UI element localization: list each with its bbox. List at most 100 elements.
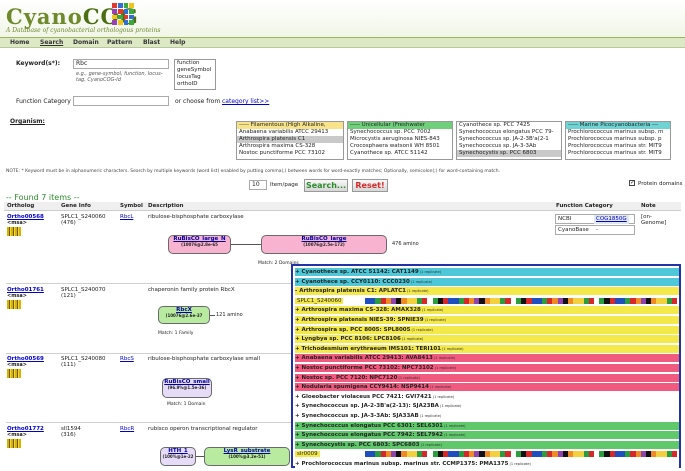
organism-option[interactable]: Cyanothece sp. ATCC 51142 xyxy=(348,150,452,157)
ortholog-member-label[interactable]: + Anabaena variabilis ATCC 29413: AVA841… xyxy=(295,355,433,361)
organism-option[interactable]: Synechococcus sp. JA-3-3Ab xyxy=(457,143,561,150)
organism-option-selected[interactable]: Synechocystis sp. PCC 6803 xyxy=(457,150,561,157)
msa-link[interactable]: <msa> xyxy=(7,220,44,226)
organism-list-unicellular-2[interactable]: Cyanothece sp. PCC 7425 Synechococcus el… xyxy=(456,121,562,160)
ortholog-member-label[interactable]: + Nostoc punctiforme PCC 73102: NPC73102 xyxy=(295,365,434,371)
nav-search[interactable]: Search xyxy=(40,39,63,46)
organism-option[interactable]: Microcystis aeruginosa NIES-843 xyxy=(348,136,452,143)
organism-option[interactable]: Synechococcus elongatus PCC 79- xyxy=(457,129,561,136)
nav-blast[interactable]: Blast xyxy=(143,39,160,46)
domain-rubisco-large[interactable]: RuBisCO_large (10076@2.5e-172) xyxy=(261,235,387,254)
organism-list-unicellular[interactable]: ----- Unicellular (Freshwater Synechococ… xyxy=(347,121,453,160)
ortholog-member-row[interactable]: + Arthrospira maxima CS-328: AMAX328 (1 … xyxy=(295,306,679,315)
ortholog-member-label[interactable]: + Nostoc sp. PCC 7120: NPC7120 xyxy=(295,375,397,381)
ortholog-member-label[interactable]: - Arthrospira platensis C1: APLATC1 xyxy=(295,288,406,294)
replicate-count: (1 replicate) xyxy=(508,462,531,466)
protein-domains-checkbox[interactable]: ✓ xyxy=(629,179,635,186)
organism-list-marine[interactable]: ----- Marine Picocyanobacteria --- Proch… xyxy=(565,121,671,160)
domain-rubisco-small[interactable]: RuBisCO_small (96.9%@1.5e-36) xyxy=(162,378,212,398)
ortholog-member-row[interactable]: + Arthrospira sp. PCC 8005: SPL8005 (1 r… xyxy=(295,325,679,334)
nav-pattern[interactable]: Pattern xyxy=(107,39,132,46)
ortholog-member-row[interactable]: + Cyanothece sp. ATCC 51142: CAT1149 (1 … xyxy=(295,268,679,276)
ortholog-member-row[interactable]: + Synechococcus elongatus PCC 6301: SEL6… xyxy=(295,421,679,430)
domain-rubisco-large-n[interactable]: RuBisCO_large_N (10076@2.8e-65 xyxy=(168,235,231,254)
msa-link[interactable]: <msa> xyxy=(7,432,44,438)
ortholog-member-row[interactable]: SPLC1_S240060 xyxy=(295,296,679,305)
organism-option[interactable]: Synechococcus sp. JA-2-3B'a(2-1 xyxy=(457,136,561,143)
ortholog-member-label[interactable]: + Arthrospira maxima CS-328: AMAX328 xyxy=(295,307,421,313)
organism-option[interactable]: Cyanothece sp. PCC 7425 xyxy=(457,122,561,129)
ortholog-member-row[interactable]: + Synechococcus elongatus PCC 7942: SEL7… xyxy=(295,431,679,440)
ortholog-member-row[interactable]: + Nostoc punctiforme PCC 73102: NPC73102… xyxy=(295,364,679,372)
ortholog-member-label[interactable]: + Synechococcus sp. JA-3-3Ab: SJA33AB xyxy=(295,413,419,419)
organism-option[interactable]: Prochlorococcus marinus str. MIT9 xyxy=(566,150,670,157)
msa-link[interactable]: <msa> xyxy=(7,293,44,299)
per-page-select[interactable]: 10 xyxy=(249,180,267,190)
ortholog-member-row[interactable]: + Prochlorococcus marinus subsp. marinus… xyxy=(295,460,679,468)
ortholog-member-row[interactable]: + Nostoc sp. PCC 7120: NPC7120 (1 replic… xyxy=(295,373,679,382)
ortholog-member-label[interactable]: + Nodularia spumigena CCY9414: NSP9414 xyxy=(295,384,429,390)
nav-help[interactable]: Help xyxy=(170,39,185,46)
gene-symbol[interactable]: RbcL xyxy=(120,214,133,220)
ortholog-member-row[interactable]: - Arthrospira platensis C1: APLATC1 (1 r… xyxy=(295,287,679,296)
field-option-genesymbol[interactable]: geneSymbol xyxy=(175,67,215,74)
ortholog-member-label[interactable]: slr0009 xyxy=(295,451,320,458)
ortholog-member-label[interactable]: + Synechococcus elongatus PCC 7942: SEL7… xyxy=(295,432,443,438)
keyword-input[interactable]: Rbc xyxy=(73,59,169,69)
gene-symbol[interactable]: RbcR xyxy=(120,426,134,432)
organism-option-selected[interactable]: Arthrospira platensis C1 xyxy=(237,136,343,143)
alignment-thumbnail-icon[interactable] xyxy=(7,227,21,236)
ortholog-member-row[interactable]: slr0009 xyxy=(295,450,679,459)
organism-option[interactable]: Arthrospira maxima CS-328 xyxy=(237,143,343,150)
msa-link[interactable]: <msa> xyxy=(7,362,44,368)
reset-button[interactable]: Reset! xyxy=(352,179,388,192)
ortholog-member-label[interactable]: + Synechocystis sp. PCC 6803: SPC6803 xyxy=(295,442,419,448)
organism-option[interactable]: Prochlorococcus marinus str. MIT9 xyxy=(566,143,670,150)
field-option-orthoid[interactable]: orthoID xyxy=(175,81,215,88)
ortholog-member-label[interactable]: + Gloeobacter violaceus PCC 7421: GVI742… xyxy=(295,394,432,400)
domain-lysr-substrate[interactable]: LysR_substrate (100%@3.2e-51) xyxy=(204,447,290,466)
category-list-link[interactable]: category list>> xyxy=(222,98,269,105)
domain-hth-1[interactable]: HTH_1 (100%@1e-22 xyxy=(160,447,196,466)
ortholog-member-label[interactable]: SPLC1_S240060 xyxy=(295,297,344,304)
alignment-thumbnail-icon[interactable] xyxy=(7,300,21,309)
ortholog-member-label[interactable]: + Synechococcus sp. JA-2-3B'a(2-13): SJA… xyxy=(295,403,439,409)
ortholog-member-row[interactable]: + Nodularia spumigena CCY9414: NSP9414 (… xyxy=(295,383,679,392)
search-button[interactable]: Search... xyxy=(304,179,348,192)
ortholog-member-label[interactable]: + Arthrospira platensis NIES-39: SPNIE39 xyxy=(295,317,424,323)
ortholog-member-row[interactable]: + Synechococcus sp. JA-3-3Ab: SJA33AB (1… xyxy=(295,412,679,420)
search-field-select[interactable]: function geneSymbol locusTag orthoID xyxy=(174,59,216,90)
organism-list-filamentous[interactable]: ----- Filamentous (High Alkaline, Anabae… xyxy=(236,121,344,160)
ortholog-member-row[interactable]: + Arthrospira platensis NIES-39: SPNIE39… xyxy=(295,316,679,324)
ortholog-member-row[interactable]: + Anabaena variabilis ATCC 29413: AVA841… xyxy=(295,354,679,363)
organism-option[interactable]: Nostoc punctiforme PCC 73102 xyxy=(237,150,343,157)
nav-home[interactable]: Home xyxy=(10,39,29,46)
ortholog-member-label[interactable]: + Prochlorococcus marinus subsp. marinus… xyxy=(295,461,508,467)
alignment-thumbnail-icon[interactable] xyxy=(7,439,21,448)
ortholog-member-row[interactable]: + Trichodesmium erythraeum IMS101: TERI1… xyxy=(295,344,679,353)
domain-rbcx[interactable]: RbcX (10076@2.6e-37 xyxy=(158,306,210,324)
function-category-input[interactable] xyxy=(73,96,169,106)
organism-option[interactable]: Prochlorococcus marinus subsp. p xyxy=(566,136,670,143)
field-option-locustag[interactable]: locusTag xyxy=(175,74,215,81)
ortholog-member-label[interactable]: + Arthrospira sp. PCC 8005: SPL8005 xyxy=(295,327,410,333)
field-option-function[interactable]: function xyxy=(175,60,215,67)
ortholog-member-row[interactable]: + Synechocystis sp. PCC 6803: SPC6803 (1… xyxy=(295,440,679,449)
organism-option[interactable]: Anabaena variabilis ATCC 29413 xyxy=(237,129,343,136)
organism-option[interactable]: Crocosphaera watsonii WH 8501 xyxy=(348,143,452,150)
ortholog-member-label[interactable]: + Trichodesmium erythraeum IMS101: TERI1… xyxy=(295,346,441,352)
ortholog-member-row[interactable]: + Synechococcus sp. JA-2-3B'a(2-13): SJA… xyxy=(295,402,679,411)
ortholog-member-label[interactable]: + Cyanothece sp. ATCC 51142: CAT1149 xyxy=(295,269,419,275)
ortholog-member-label[interactable]: + Synechococcus elongatus PCC 6301: SEL6… xyxy=(295,423,443,429)
organism-option[interactable]: Prochlorococcus marinus subsp. m xyxy=(566,129,670,136)
ortholog-member-row[interactable]: + Cyanothece sp. CCY0110: CCC0230 (1 rep… xyxy=(295,277,679,286)
fc-ncbi-value[interactable]: COG1850G xyxy=(594,215,629,224)
ortholog-member-row[interactable]: + Lyngbya sp. PCC 8106: LPC8106 (1 repli… xyxy=(295,335,679,344)
organism-option[interactable]: Synechococcus sp. PCC 7002 xyxy=(348,129,452,136)
alignment-thumbnail-icon[interactable] xyxy=(7,369,21,378)
gene-symbol[interactable]: RbcS xyxy=(120,356,134,362)
ortholog-member-label[interactable]: + Cyanothece sp. CCY0110: CCC0230 xyxy=(295,279,410,285)
ortholog-member-row[interactable]: + Gloeobacter violaceus PCC 7421: GVI742… xyxy=(295,392,679,401)
ortholog-member-label[interactable]: + Lyngbya sp. PCC 8106: LPC8106 xyxy=(295,336,401,342)
nav-domain[interactable]: Domain xyxy=(73,39,99,46)
